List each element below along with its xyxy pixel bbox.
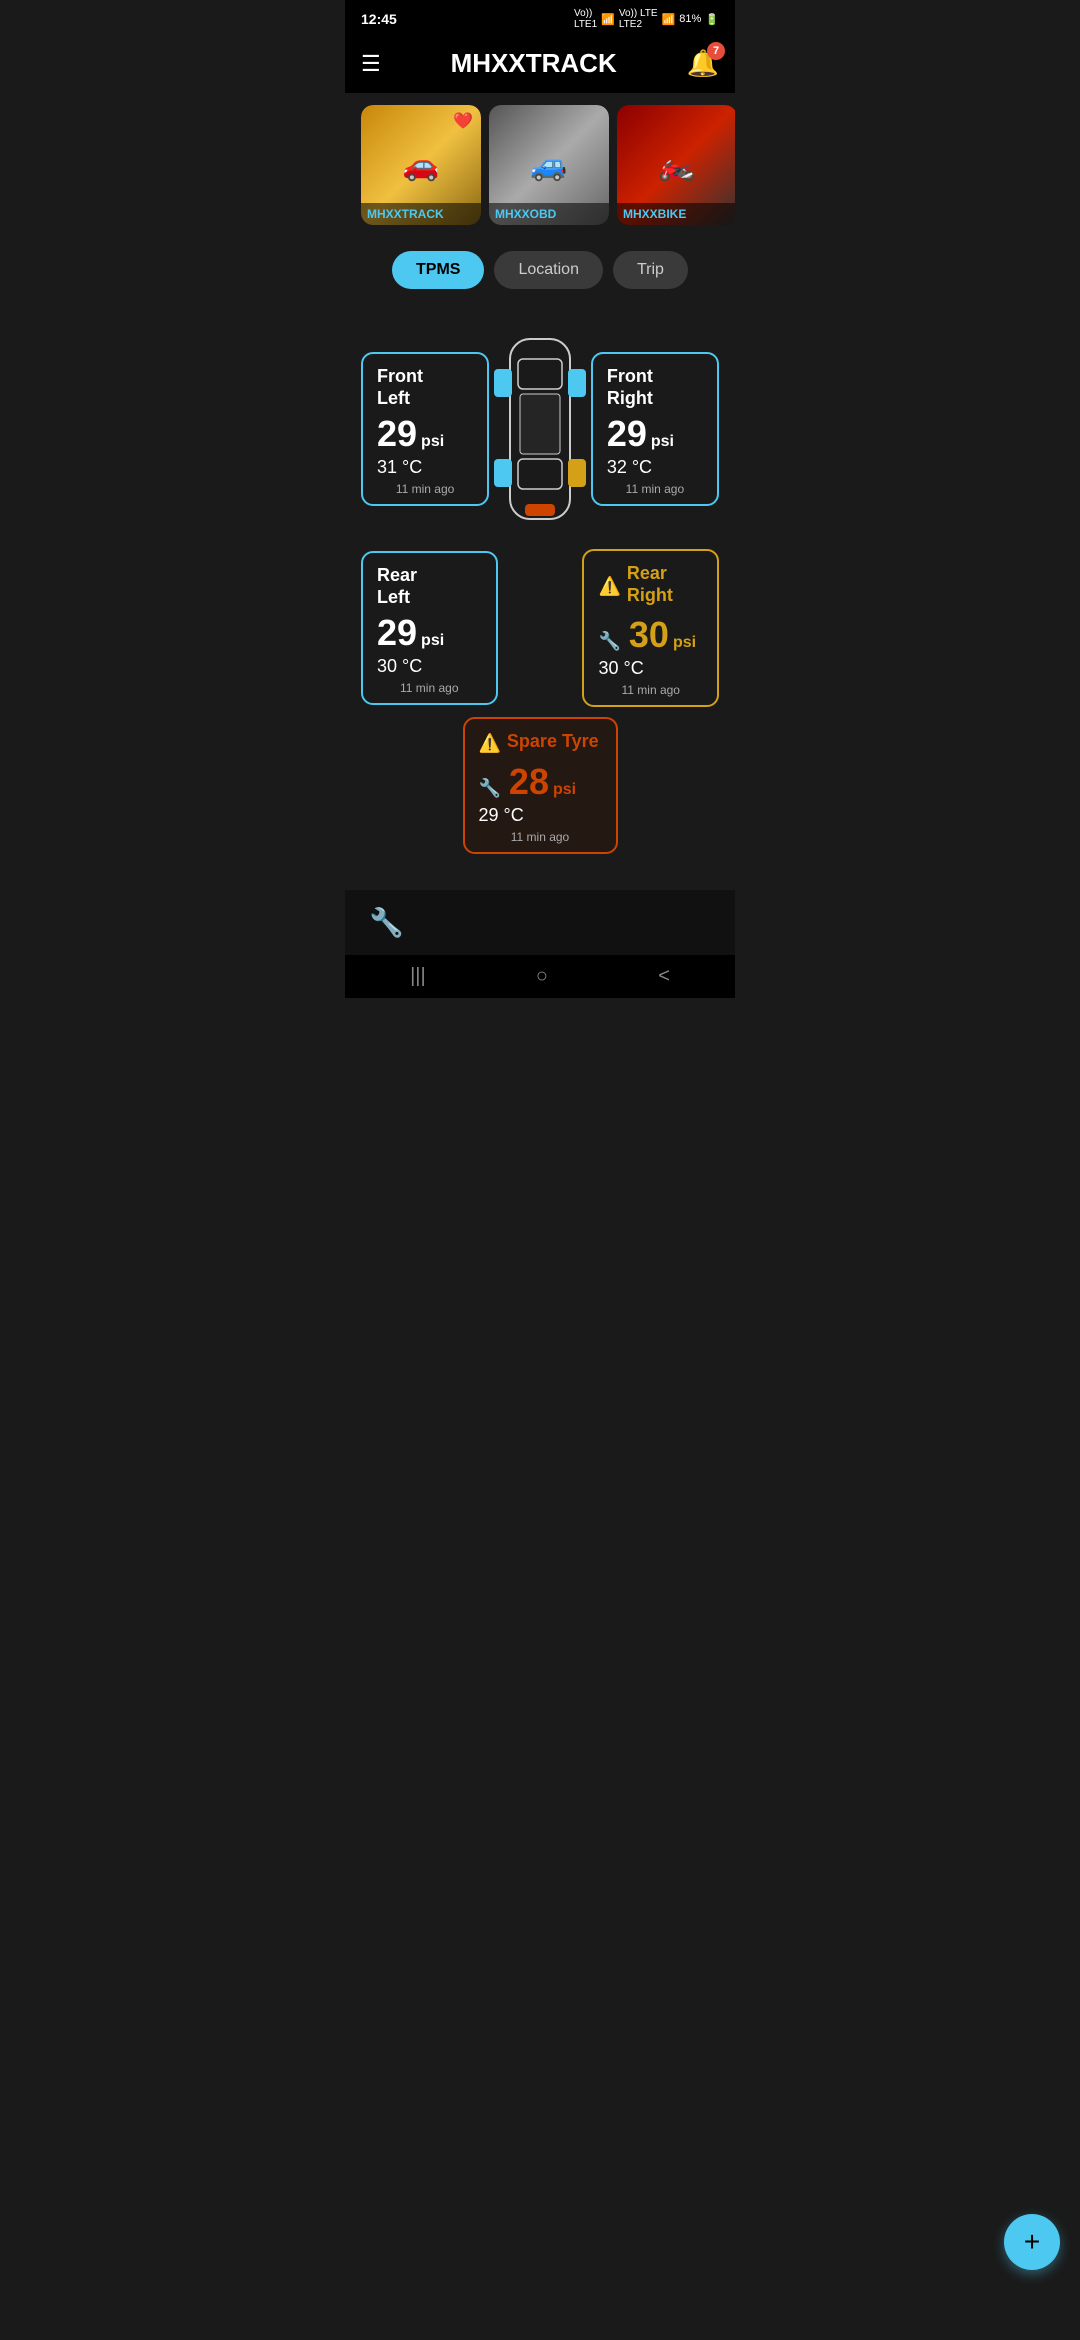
rear-right-name: RearRight	[627, 563, 673, 606]
rear-right-psi-row: 🔧 30 psi	[598, 614, 703, 656]
front-right-psi-unit: psi	[651, 433, 674, 451]
rear-left-psi: 29	[377, 612, 417, 654]
tire-card-front-left: FrontLeft 29 psi 31 °C 11 min ago	[361, 352, 489, 506]
spare-name: Spare Tyre	[507, 731, 599, 753]
rear-left-temp: 30 °C	[377, 656, 482, 677]
nav-back[interactable]: <	[658, 965, 670, 988]
car-diagram-top	[489, 319, 591, 539]
header: ☰ MHXXTRACK 🔔 7	[345, 34, 735, 93]
spare-psi: 28	[509, 761, 549, 803]
nav-recent[interactable]: |||	[410, 965, 426, 988]
spare-time: 11 min ago	[479, 830, 602, 844]
engine-icon[interactable]: 🔧	[369, 906, 404, 939]
tab-bar: TPMS Location Trip	[345, 237, 735, 303]
front-right-name: FrontRight	[607, 366, 703, 409]
signal-bars-2: 📶	[662, 13, 676, 26]
tab-trip[interactable]: Trip	[613, 251, 688, 289]
tire-card-spare: ⚠️ Spare Tyre 🔧 28 psi 29 °C 11 min ago	[463, 717, 618, 854]
status-bar: 12:45 Vo))LTE1 📶 Vo)) LTELTE2 📶 81% 🔋	[345, 0, 735, 34]
tire-card-front-right: FrontRight 29 psi 32 °C 11 min ago	[591, 352, 719, 506]
tire-card-rear-right: ⚠️ RearRight 🔧 30 psi 30 °C 11 min ago	[582, 549, 719, 707]
rear-right-warning-row: ⚠️ RearRight	[598, 563, 703, 610]
rear-left-name: RearLeft	[377, 565, 482, 608]
spare-tire-icon: 🔧	[479, 778, 501, 799]
tab-location[interactable]: Location	[494, 251, 603, 289]
rear-left-psi-unit: psi	[421, 632, 444, 650]
vehicle-card-mhxxobd[interactable]: 🚙 MHXXOBD	[489, 105, 609, 225]
notification-badge: 7	[707, 42, 725, 60]
status-right: Vo))LTE1 📶 Vo)) LTELTE2 📶 81% 🔋	[574, 8, 719, 30]
front-left-time: 11 min ago	[377, 482, 473, 496]
app-title: MHXXTRACK	[451, 48, 617, 79]
spare-warning-icon: ⚠️	[479, 733, 501, 754]
tab-tpms[interactable]: TPMS	[392, 251, 484, 289]
favorite-icon: ❤️	[453, 111, 473, 131]
front-right-psi-row: 29 psi	[607, 413, 703, 455]
front-right-temp: 32 °C	[607, 457, 703, 478]
rear-right-temp: 30 °C	[598, 658, 703, 679]
vehicle-card-mhxxtrack[interactable]: 🚗 ❤️ MHXXTRACK	[361, 105, 481, 225]
spare-warning-row: ⚠️ Spare Tyre	[479, 731, 602, 757]
front-left-psi-unit: psi	[421, 433, 444, 451]
bottom-nav: 🔧	[345, 890, 735, 955]
front-left-psi-row: 29 psi	[377, 413, 473, 455]
status-signal2: Vo)) LTELTE2	[619, 8, 658, 30]
signal-bars-1: 📶	[601, 13, 615, 26]
front-right-time: 11 min ago	[607, 482, 703, 496]
notification-button[interactable]: 🔔 7	[687, 48, 719, 79]
vehicle-label-1: MHXXTRACK	[361, 203, 481, 225]
car-layout: FrontLeft 29 psi 31 °C 11 min ago	[361, 319, 719, 854]
status-time: 12:45	[361, 11, 397, 27]
front-left-temp: 31 °C	[377, 457, 473, 478]
android-nav: ||| ○ <	[345, 955, 735, 998]
rear-left-psi-row: 29 psi	[377, 612, 482, 654]
rear-right-psi: 30	[629, 614, 669, 656]
status-signal: Vo))LTE1	[574, 8, 597, 30]
rear-left-time: 11 min ago	[377, 681, 482, 695]
battery-icon: 🔋	[705, 13, 719, 26]
vehicle-card-mhxxbike[interactable]: 🏍️ MHXXBIKE	[617, 105, 735, 225]
front-right-psi: 29	[607, 413, 647, 455]
fab-add-button[interactable]: +	[1004, 2214, 1060, 2270]
fab-plus-icon: +	[1024, 2226, 1040, 2258]
warning-triangle-icon: ⚠️	[598, 576, 620, 597]
nav-home[interactable]: ○	[536, 965, 548, 988]
rear-right-time: 11 min ago	[598, 683, 703, 697]
spare-temp: 29 °C	[479, 805, 602, 826]
front-left-name: FrontLeft	[377, 366, 473, 409]
front-left-psi: 29	[377, 413, 417, 455]
tpms-section: FrontLeft 29 psi 31 °C 11 min ago	[345, 303, 735, 870]
rear-tire-row: RearLeft 29 psi 30 °C 11 min ago ⚠️ Rear…	[361, 549, 719, 707]
battery: 81%	[679, 13, 701, 25]
tire-card-rear-left: RearLeft 29 psi 30 °C 11 min ago	[361, 551, 498, 705]
vehicle-cards: 🚗 ❤️ MHXXTRACK 🚙 MHXXOBD 🏍️ MHXXBIKE	[345, 93, 735, 237]
vehicle-label-3: MHXXBIKE	[617, 203, 735, 225]
front-tire-row: FrontLeft 29 psi 31 °C 11 min ago	[361, 319, 719, 539]
tire-pressure-icon-yellow: 🔧	[598, 631, 620, 652]
vehicle-label-2: MHXXOBD	[489, 203, 609, 225]
spare-psi-row: 🔧 28 psi	[479, 761, 602, 803]
menu-button[interactable]: ☰	[361, 51, 381, 77]
spare-psi-unit: psi	[553, 781, 576, 799]
spare-row: ⚠️ Spare Tyre 🔧 28 psi 29 °C 11 min ago	[463, 717, 618, 854]
rear-right-psi-unit: psi	[673, 634, 696, 652]
